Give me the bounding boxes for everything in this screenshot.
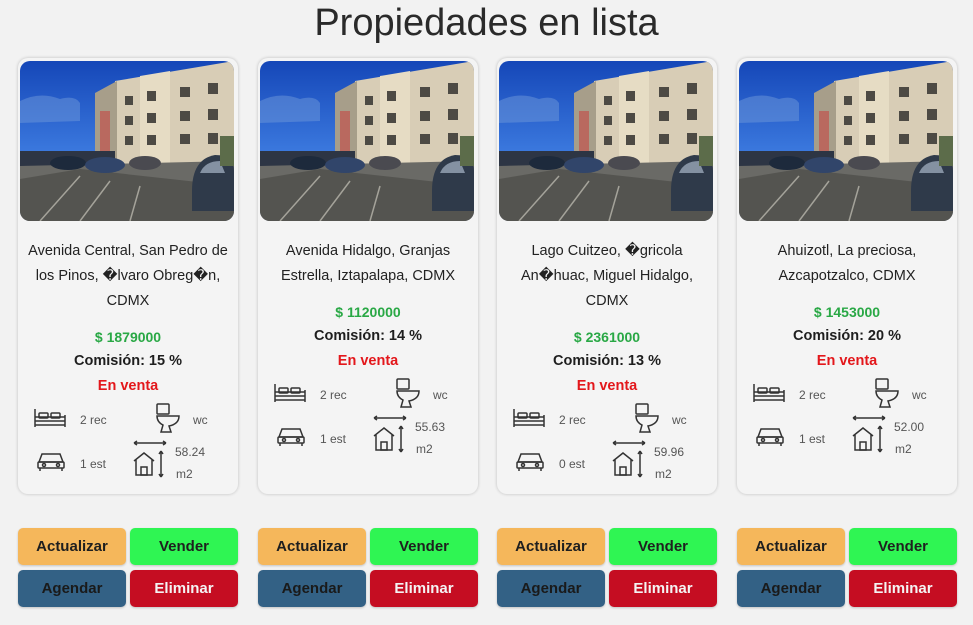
property-card[interactable]: Avenida Central, San Pedro de los Pinos,… [18, 58, 238, 494]
toilet-icon [874, 377, 900, 414]
bathroom-label: wc [193, 413, 208, 427]
car-icon [755, 425, 785, 452]
update-button[interactable]: Actualizar [737, 528, 845, 565]
sell-button[interactable]: Vender [849, 528, 957, 565]
bathroom-label: wc [672, 413, 687, 427]
toilet-icon [395, 377, 421, 414]
status-badge: En venta [97, 378, 159, 394]
property-address: Avenida Hidalgo, Granjas Estrella, Iztap… [280, 243, 456, 284]
property-photo [20, 61, 234, 221]
property-address: Lago Cuitzeo, �gricola An�huac, Miguel H… [520, 243, 694, 309]
property-photo [739, 61, 953, 221]
property-photo [499, 61, 713, 221]
car-icon [515, 450, 545, 477]
property-price: $ 1453000 [813, 304, 881, 320]
area-icon [851, 414, 887, 459]
property-price: $ 2361000 [573, 329, 641, 345]
parking-count: 0 est [559, 457, 586, 471]
property-price: $ 1120000 [335, 304, 401, 320]
bed-icon [33, 407, 67, 434]
area-unit: m2 [895, 442, 912, 456]
area-unit: m2 [416, 442, 433, 456]
delete-button[interactable]: Eliminar [130, 570, 238, 607]
page-title: Propiedades en lista [314, 2, 659, 44]
schedule-button[interactable]: Agendar [258, 570, 366, 607]
car-icon [276, 425, 306, 452]
area-unit: m2 [655, 467, 672, 481]
status-badge: En venta [576, 378, 638, 394]
bathroom-label: wc [912, 388, 927, 402]
property-commission: Comisión: 14 % [314, 328, 422, 344]
schedule-button[interactable]: Agendar [18, 570, 126, 607]
bathroom-label: wc [433, 388, 448, 402]
area-unit: m2 [176, 467, 193, 481]
car-icon [36, 450, 66, 477]
delete-button[interactable]: Eliminar [849, 570, 957, 607]
bedrooms-count: 2 rec [559, 413, 586, 427]
area-value: 55.63 [415, 420, 446, 434]
property-price: $ 1879000 [94, 329, 162, 345]
area-icon [132, 439, 168, 484]
parking-count: 1 est [799, 432, 826, 446]
area-value: 59.96 [654, 445, 685, 459]
update-button[interactable]: Actualizar [258, 528, 366, 565]
bedrooms-count: 2 rec [799, 388, 826, 402]
area-value: 52.00 [894, 420, 925, 434]
property-photo [260, 61, 474, 221]
status-badge: En venta [337, 353, 399, 369]
area-icon [611, 439, 647, 484]
parking-count: 1 est [80, 457, 107, 471]
property-address: Ahuizotl, La preciosa, Azcapotzalco, CDM… [777, 243, 917, 284]
delete-button[interactable]: Eliminar [370, 570, 478, 607]
update-button[interactable]: Actualizar [497, 528, 605, 565]
property-commission: Comisión: 15 % [74, 353, 182, 369]
property-commission: Comisión: 20 % [793, 328, 901, 344]
schedule-button[interactable]: Agendar [497, 570, 605, 607]
bed-icon [273, 382, 307, 409]
bed-icon [752, 382, 786, 409]
area-icon [372, 414, 408, 459]
toilet-icon [634, 402, 660, 439]
status-badge: En venta [816, 353, 878, 369]
sell-button[interactable]: Vender [370, 528, 478, 565]
bed-icon [512, 407, 546, 434]
delete-button[interactable]: Eliminar [609, 570, 717, 607]
schedule-button[interactable]: Agendar [737, 570, 845, 607]
property-card[interactable]: Avenida Hidalgo, Granjas Estrella, Iztap… [258, 58, 478, 494]
parking-count: 1 est [320, 432, 347, 446]
bedrooms-count: 2 rec [80, 413, 107, 427]
property-card[interactable]: Lago Cuitzeo, �gricola An�huac, Miguel H… [497, 58, 717, 494]
toilet-icon [155, 402, 181, 439]
property-address: Avenida Central, San Pedro de los Pinos,… [28, 243, 228, 309]
bedrooms-count: 2 rec [320, 388, 347, 402]
property-commission: Comisión: 13 % [553, 353, 661, 369]
area-value: 58.24 [175, 445, 206, 459]
property-card[interactable]: Ahuizotl, La preciosa, Azcapotzalco, CDM… [737, 58, 957, 494]
update-button[interactable]: Actualizar [18, 528, 126, 565]
sell-button[interactable]: Vender [130, 528, 238, 565]
sell-button[interactable]: Vender [609, 528, 717, 565]
